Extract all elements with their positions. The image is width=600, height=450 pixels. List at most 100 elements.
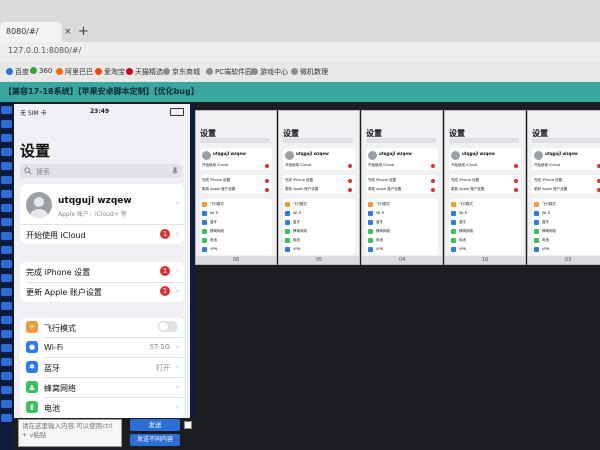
mini-setting-label: VPN: [293, 247, 301, 251]
device-select-button[interactable]: [1, 204, 12, 212]
bookmark-label: PC端软件园: [215, 68, 253, 76]
device-select-button[interactable]: [1, 302, 12, 310]
settings-row[interactable]: ▮ 电池 ›: [20, 398, 184, 418]
bookmark-icon: [163, 68, 170, 75]
device-select-button[interactable]: [1, 246, 12, 254]
device-screen-thumbnail[interactable]: 设置 utqgujl wzqew 开始使用 iCloud 完成 iPhone 设置 更新…: [278, 110, 360, 265]
device-select-button[interactable]: [1, 358, 12, 366]
mini-search-bar: [283, 138, 353, 143]
mini-badge: [514, 188, 518, 192]
mini-setting-label: 蜂窝网络: [459, 229, 473, 233]
device-screen-thumbnail[interactable]: 设置 utqgujl wzqew 开始使用 iCloud 完成 iPhone 设置 更新…: [361, 110, 443, 265]
mini-badge: [265, 179, 269, 183]
mini-user-name: utqgujl wzqew: [213, 151, 246, 156]
device-select-button[interactable]: [1, 120, 12, 128]
device-select-button[interactable]: [1, 344, 12, 352]
device-number: 05: [279, 256, 359, 264]
search-input[interactable]: 搜索: [20, 164, 182, 178]
mini-setting-label: 蜂窝网络: [542, 229, 556, 233]
bookmark-item[interactable]: 游戏中心: [251, 67, 288, 77]
mini-user-name: utqgujl wzqew: [379, 151, 412, 156]
device-number: 08: [196, 256, 276, 264]
settings-list: ✈ 飞行模式 ● Wi-Fi ST-5G › ✱ 蓝牙 打开 › ▲ 蜂窝网络 › ▮ 电池 ›: [20, 318, 184, 418]
chevron-right-icon: ›: [175, 402, 179, 411]
mini-badge: [265, 188, 269, 192]
bookmark-item[interactable]: 京东商城: [163, 67, 200, 77]
mini-setting-label: 飞行模式: [459, 202, 473, 206]
bookmark-item[interactable]: 360: [30, 67, 52, 75]
phone-screen-main[interactable]: 无 SIM 卡 23:49 设置 搜索 开始使用 iCloud 1 › › ut…: [14, 104, 190, 418]
settings-row[interactable]: ✈ 飞行模式: [20, 318, 184, 338]
mini-setting-label: 蓝牙: [210, 220, 217, 224]
avatar[interactable]: [26, 192, 52, 218]
send-button[interactable]: 发送: [130, 419, 180, 431]
device-screen-thumbnail[interactable]: 设置 utqgujl wzqew 开始使用 iCloud 完成 iPhone 设置 更新…: [195, 110, 277, 265]
device-select-button[interactable]: [1, 148, 12, 156]
mini-update-label: 更新 Apple 账户设置: [451, 187, 485, 191]
settings-row-label: 蓝牙: [44, 364, 60, 373]
send-different-content-button[interactable]: 发送不同内容: [130, 434, 180, 446]
mini-setting-icon: [285, 238, 290, 243]
bookmark-item[interactable]: 百度: [6, 67, 29, 77]
settings-row[interactable]: ✱ 蓝牙 打开 ›: [20, 358, 184, 378]
finish-setup-row[interactable]: 完成 iPhone 设置 1 ›: [20, 262, 184, 282]
device-select-button[interactable]: [1, 386, 12, 394]
bookmark-item[interactable]: 微机数理: [291, 67, 328, 77]
message-input[interactable]: [18, 419, 122, 447]
microphone-icon[interactable]: [172, 167, 178, 176]
mini-setting-label: 飞行模式: [376, 202, 390, 206]
mini-avatar: [202, 151, 211, 160]
airplane-mode-toggle[interactable]: [158, 321, 178, 332]
device-select-button[interactable]: [1, 232, 12, 240]
device-select-button[interactable]: [1, 400, 12, 408]
option-checkbox[interactable]: [184, 421, 192, 429]
new-tab-button[interactable]: +: [78, 24, 89, 39]
mini-setup-label: 完成 iPhone 设置: [285, 178, 314, 182]
device-select-button[interactable]: [1, 106, 12, 114]
bookmark-item[interactable]: 阿里巴巴: [56, 67, 93, 77]
device-select-button[interactable]: [1, 218, 12, 226]
device-screen-thumbnail[interactable]: 设置 utqgujl wzqew 开始使用 iCloud 完成 iPhone 设置 更新…: [444, 110, 526, 265]
address-bar[interactable]: [0, 42, 600, 62]
device-select-button[interactable]: [1, 190, 12, 198]
bookmark-item[interactable]: PC端软件园: [206, 67, 252, 77]
mini-setting-icon: [534, 238, 539, 243]
browser-tab[interactable]: 8080/#/: [0, 22, 62, 42]
tab-close-icon[interactable]: ×: [64, 27, 72, 37]
device-select-button[interactable]: [1, 288, 12, 296]
mini-icloud-label: 开始使用 iCloud: [285, 163, 312, 167]
device-select-button[interactable]: [1, 274, 12, 282]
device-select-button[interactable]: [1, 372, 12, 380]
mini-icloud-label: 开始使用 iCloud: [534, 163, 561, 167]
bookmark-label: 阿里巴巴: [65, 68, 93, 76]
device-select-button[interactable]: [1, 260, 12, 268]
device-select-button[interactable]: [1, 316, 12, 324]
settings-row[interactable]: ▲ 蜂窝网络 ›: [20, 378, 184, 398]
user-subtitle: Apple 账户、iCloud+ 等: [58, 211, 127, 218]
settings-row-value: 打开: [156, 364, 170, 372]
icloud-row[interactable]: 开始使用 iCloud 1 ›: [20, 225, 184, 244]
mini-setting-label: 蓝牙: [542, 220, 549, 224]
device-screen-thumbnail[interactable]: 设置 utqgujl wzqew 开始使用 iCloud 完成 iPhone 设置 更新…: [527, 110, 600, 265]
device-select-button[interactable]: [1, 162, 12, 170]
mini-setting-icon: [368, 220, 373, 225]
mini-setting-icon: [202, 211, 207, 216]
wifi-icon: ●: [26, 341, 38, 353]
bookmark-item[interactable]: 天猫精选: [126, 67, 163, 77]
chevron-right-icon: ›: [175, 342, 179, 351]
address-bar-text[interactable]: 127.0.0.1:8080/#/: [8, 46, 81, 55]
update-account-row[interactable]: 更新 Apple 账户设置 1 ›: [20, 282, 184, 302]
settings-row[interactable]: ● Wi-Fi ST-5G ›: [20, 338, 184, 358]
device-select-button[interactable]: [1, 134, 12, 142]
device-select-button[interactable]: [1, 414, 12, 422]
mini-setup-label: 完成 iPhone 设置: [534, 178, 563, 182]
device-select-button[interactable]: [1, 330, 12, 338]
bookmark-item[interactable]: 爱淘宝: [95, 67, 125, 77]
bookmark-label: 爱淘宝: [104, 68, 125, 76]
battery-icon: ▮: [26, 401, 38, 413]
device-select-button[interactable]: [1, 176, 12, 184]
mini-setting-icon: [451, 229, 456, 234]
mini-update-label: 更新 Apple 账户设置: [202, 187, 236, 191]
device-number: 03: [528, 256, 600, 264]
mini-setting-icon: [285, 229, 290, 234]
